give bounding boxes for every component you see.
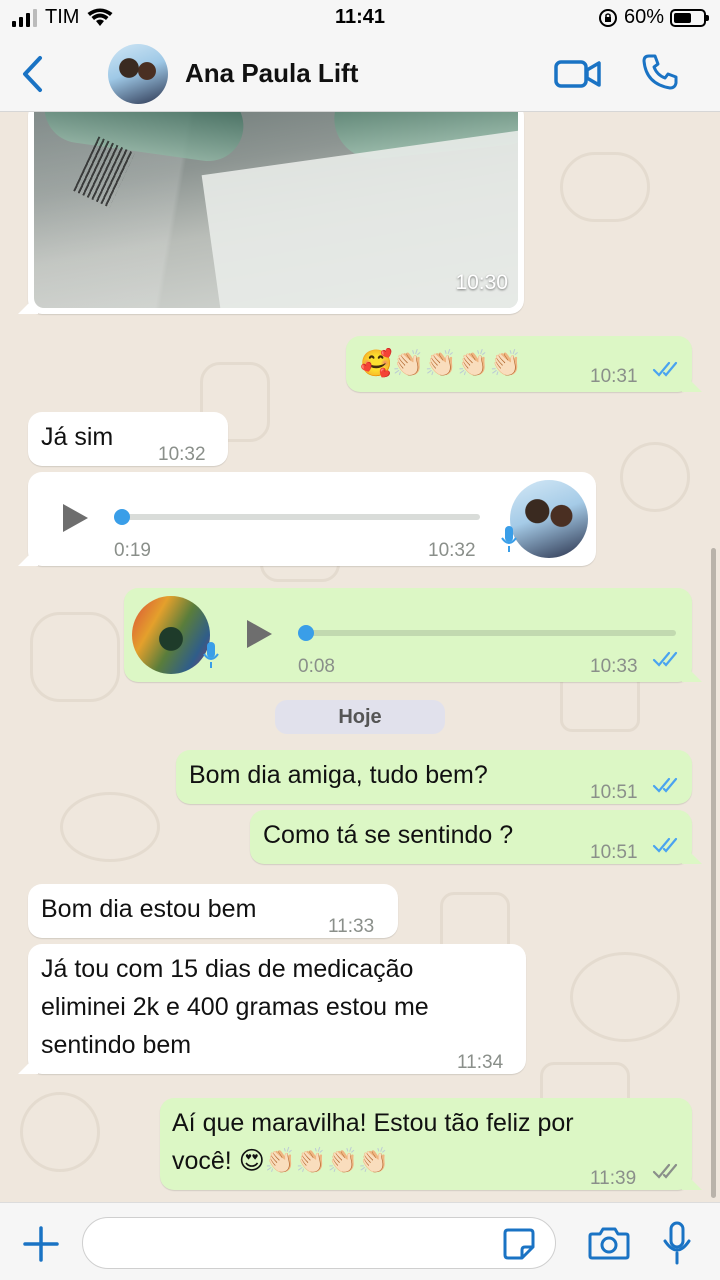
read-receipt-icon — [652, 361, 678, 377]
message-time: 11:34 — [457, 1052, 504, 1073]
background-doodle — [60, 792, 160, 862]
message-text: Bom dia amiga, tudo bem? — [189, 761, 488, 789]
read-receipt-icon — [652, 777, 678, 793]
background-doodle — [620, 442, 690, 512]
message-text-line: sentindo bem — [41, 1031, 192, 1059]
back-chevron-icon[interactable] — [18, 54, 48, 94]
voice-duration: 0:19 — [114, 540, 151, 561]
incoming-message[interactable]: Bom dia estou bem 11:33 — [28, 884, 398, 938]
message-time: 10:32 — [428, 540, 476, 561]
outgoing-message[interactable]: Bom dia amiga, tudo bem? 10:51 — [176, 750, 692, 804]
audio-progress-track[interactable] — [306, 630, 676, 636]
read-receipt-icon — [652, 837, 678, 853]
background-doodle — [570, 952, 680, 1042]
outgoing-voice-message[interactable]: 0:08 10:33 — [124, 588, 692, 682]
message-text: Bom dia estou bem — [41, 895, 257, 923]
play-icon[interactable] — [60, 502, 90, 534]
chat-header: Ana Paula Lift — [0, 36, 720, 112]
message-time: 11:33 — [328, 916, 375, 937]
orientation-lock-icon — [598, 8, 617, 27]
audio-scrubber[interactable] — [298, 625, 314, 641]
message-input[interactable] — [82, 1217, 556, 1269]
plus-icon[interactable] — [22, 1225, 60, 1263]
date-separator: Hoje — [275, 700, 445, 734]
contact-name[interactable]: Ana Paula Lift — [185, 58, 358, 89]
message-time: 10:32 — [158, 444, 206, 465]
video-call-icon[interactable] — [554, 56, 602, 92]
battery-icon — [670, 8, 709, 27]
status-right: 60% — [598, 6, 709, 29]
phone-icon[interactable] — [640, 52, 680, 92]
message-text-line: você! 😍👏🏻👏🏻👏🏻👏🏻 — [172, 1147, 390, 1175]
audio-progress-track[interactable] — [120, 514, 480, 520]
message-text-line: eliminei 2k e 400 gramas estou me — [41, 993, 429, 1021]
outgoing-message[interactable]: Aí que maravilha! Estou tão feliz por vo… — [160, 1098, 692, 1190]
sticker-icon[interactable] — [502, 1227, 536, 1261]
incoming-message[interactable]: Já tou com 15 dias de medicação eliminei… — [28, 944, 526, 1074]
message-time: 10:51 — [590, 782, 638, 803]
background-doodle — [20, 1092, 100, 1172]
scrollbar[interactable] — [711, 548, 716, 1198]
message-time: 10:31 — [590, 366, 638, 387]
message-text: 🥰👏🏻👏🏻👏🏻👏🏻 — [360, 348, 522, 378]
outgoing-message[interactable]: Como tá se sentindo ? 10:51 — [250, 810, 692, 864]
message-time: 10:33 — [590, 656, 638, 677]
message-time: 10:30 — [455, 271, 508, 294]
delivered-receipt-icon — [652, 1163, 678, 1179]
read-receipt-icon — [652, 651, 678, 667]
input-bar — [0, 1202, 720, 1280]
message-time: 11:39 — [590, 1168, 637, 1189]
status-bar: TIM 11:41 60% — [0, 0, 720, 36]
chat-area[interactable]: 10:30 🥰👏🏻👏🏻👏🏻👏🏻 10:31 Já sim 10:32 0:19 … — [0, 112, 720, 1202]
message-text-line: Já tou com 15 dias de medicação — [41, 955, 414, 983]
message-time: 10:51 — [590, 842, 638, 863]
incoming-message[interactable]: Já sim 10:32 — [28, 412, 228, 466]
audio-scrubber[interactable] — [114, 509, 130, 525]
background-doodle — [30, 612, 120, 702]
message-text: Como tá se sentindo ? — [263, 821, 514, 849]
outgoing-message[interactable]: 🥰👏🏻👏🏻👏🏻👏🏻 10:31 — [346, 336, 692, 392]
microphone-icon — [203, 642, 219, 668]
battery-percent: 60% — [623, 6, 664, 28]
contact-avatar[interactable] — [108, 44, 168, 104]
sender-avatar — [510, 480, 588, 558]
photo-message[interactable]: 10:30 — [28, 112, 524, 314]
sender-avatar — [132, 596, 210, 674]
camera-icon[interactable] — [588, 1225, 630, 1261]
incoming-voice-message[interactable]: 0:19 10:32 — [28, 472, 596, 566]
voice-duration: 0:08 — [298, 656, 335, 677]
message-text: Já sim — [41, 423, 114, 451]
microphone-icon — [501, 526, 517, 552]
microphone-icon[interactable] — [662, 1221, 692, 1265]
message-text-line: Aí que maravilha! Estou tão feliz por — [172, 1109, 574, 1137]
background-doodle — [560, 152, 650, 222]
photo-thumbnail[interactable]: 10:30 — [34, 112, 518, 308]
play-icon[interactable] — [244, 618, 274, 650]
